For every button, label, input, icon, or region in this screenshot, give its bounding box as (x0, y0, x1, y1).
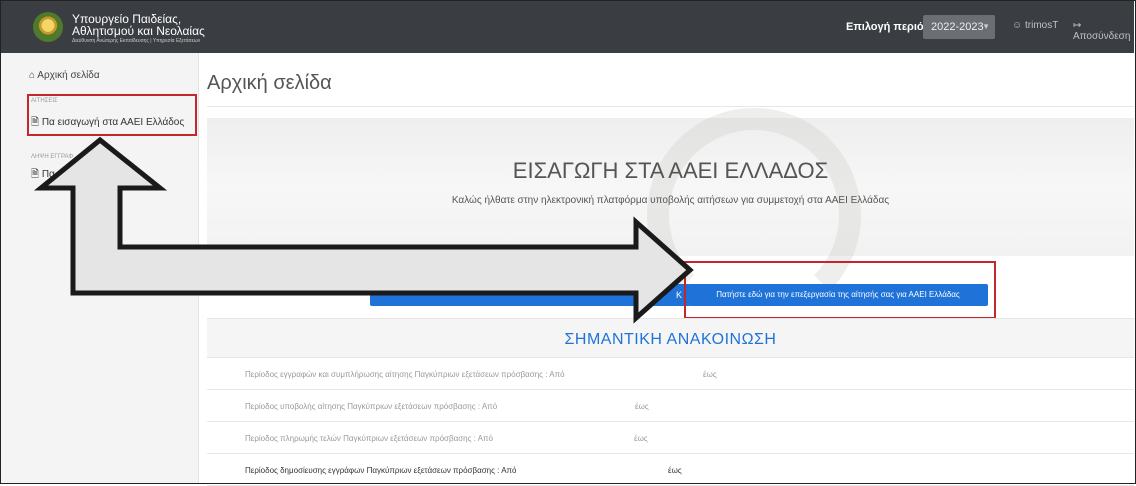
announcement-header: ΣΗΜΑΝΤΙΚΗ ΑΝΑΚΟΙΝΩΣΗ (207, 318, 1134, 358)
page-title: Αρχική σελίδα (207, 72, 332, 94)
hero-title: ΕΙΣΑΓΩΓΗ ΣΤΑ ΑΑΕΙ ΕΛΛΑΔΟΣ (512, 158, 829, 183)
logout-link[interactable]: ↦ Αποσύνδεση (1073, 20, 1134, 42)
user-icon: ☺ (1012, 20, 1023, 31)
sidebar-item-documents-label: Πα (41, 169, 55, 180)
period-row-until: έως (634, 434, 648, 443)
list-item: Περίοδος εγγραφών και συμπλήρωσης αίτηση… (207, 358, 1134, 390)
period-select-value: 2022-2023 (931, 21, 984, 33)
username: trimosT (1025, 20, 1059, 31)
list-item: Περίοδος δημοσίευσης εγγράφων Παγκύπριων… (207, 454, 1134, 486)
secondary-button-label: Κ (675, 290, 682, 300)
highlight-box-sidebar (27, 94, 197, 136)
user-menu[interactable]: ☺ trimosT (1012, 20, 1058, 31)
highlight-box-button (684, 261, 996, 319)
sidebar-item-home[interactable]: ⌂ Αρχική σελίδα (29, 70, 100, 81)
period-row-label: Περίοδος δημοσίευσης εγγράφων Παγκύπριων… (245, 466, 517, 475)
period-row-until: έως (703, 370, 717, 379)
hero-subtitle: Καλώς ήλθατε στην ηλεκτρονική πλατφόρμα … (451, 195, 890, 206)
brand-line-2: Αθλητισμού και Νεολαίας (72, 24, 205, 38)
sidebar-section-downloads: ΛΗΨΗ ΕΓΓΡΑΦ (31, 154, 74, 160)
period-select[interactable]: 2022-2023 ▼ (923, 15, 995, 39)
list-item: Περίοδος υποβολής αίτησης Παγκύπριων εξε… (207, 390, 1134, 422)
period-row-label: Περίοδος υποβολής αίτησης Παγκύπριων εξε… (245, 402, 498, 411)
title-divider (207, 106, 1134, 107)
chevron-down-icon: ▼ (982, 22, 990, 31)
ministry-brand[interactable]: Υπουργείο Παιδείας, Αθλητισμού και Νεολα… (72, 13, 205, 45)
hero-banner: ΕΙΣΑΓΩΓΗ ΣΤΑ ΑΑΕΙ ΕΛΛΑΔΟΣ Καλώς ήλθατε σ… (207, 108, 1134, 322)
sidebar-item-home-label: Αρχική σελίδα (37, 70, 100, 81)
list-item: Περίοδος πληρωμής τελών Παγκύπριων εξετά… (207, 422, 1134, 454)
brand-line-3: Διεύθυνση Ανώτερης Εκπαίδευσης | Υπηρεσί… (72, 38, 201, 44)
home-icon: ⌂ (29, 70, 36, 81)
coat-of-arms-logo-icon[interactable] (33, 12, 63, 42)
sidebar-item-documents[interactable]: 🗎 Πα (31, 167, 55, 184)
logout-icon: ↦ (1073, 20, 1082, 31)
logout-label: Αποσύνδεση (1073, 31, 1131, 42)
secondary-application-button[interactable]: Κ (370, 284, 690, 306)
announcement-title: ΣΗΜΑΝΤΙΚΗ ΑΝΑΚΟΙΝΩΣΗ (564, 331, 777, 348)
document-icon: 🗎 (31, 169, 40, 180)
period-row-label: Περίοδος πληρωμής τελών Παγκύπριων εξετά… (245, 434, 493, 443)
period-row-until: έως (635, 402, 649, 411)
announcement-list: Περίοδος εγγραφών και συμπλήρωσης αίτηση… (207, 358, 1134, 486)
period-row-until: έως (668, 466, 682, 475)
period-row-label: Περίοδος εγγραφών και συμπλήρωσης αίτηση… (245, 370, 565, 379)
top-navbar: Υπουργείο Παιδείας, Αθλητισμού και Νεολα… (1, 1, 1134, 53)
